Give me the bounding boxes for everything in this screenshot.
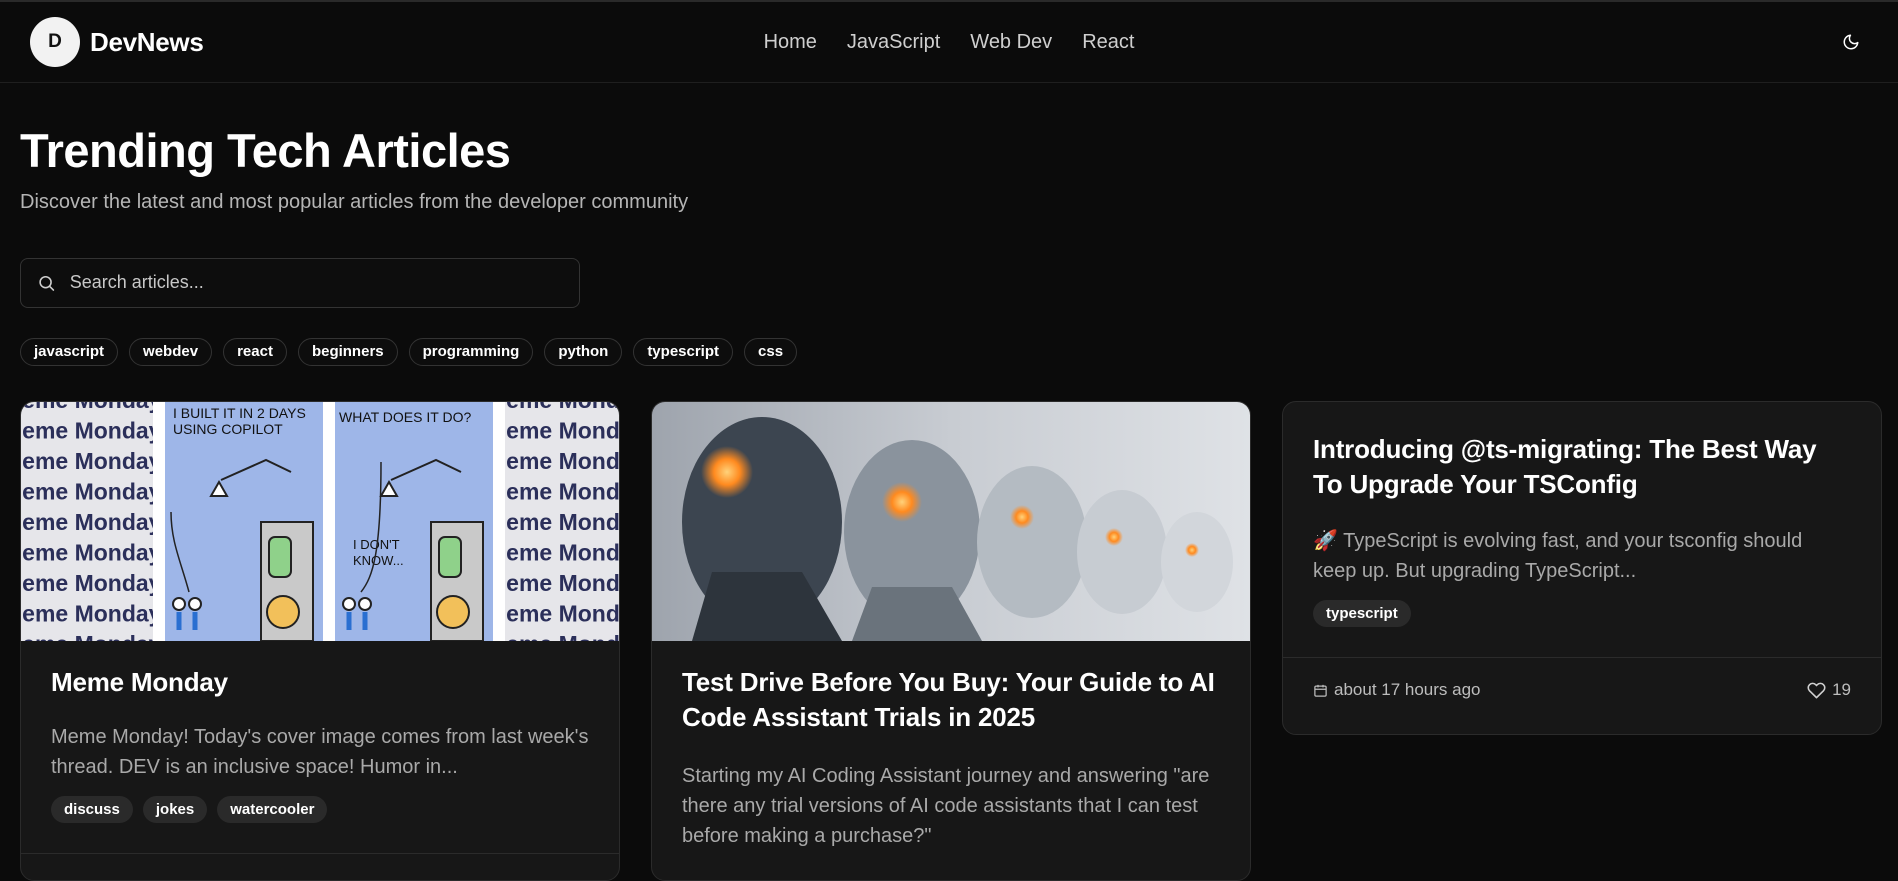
logo-avatar[interactable]: D [30, 17, 80, 67]
tag-react[interactable]: react [223, 337, 287, 366]
search-input[interactable] [69, 272, 563, 294]
tag-webdev[interactable]: webdev [129, 337, 213, 366]
article-body: Introducing @ts-migrating: The Best Way … [1283, 402, 1881, 628]
comic-caption-1b: USING COPILOT [173, 421, 283, 437]
meme-pattern-text: Meme Monday [487, 631, 619, 641]
article-tag-jokes[interactable]: jokes [142, 796, 208, 824]
article-cover-image [652, 402, 1250, 641]
page-subtitle: Discover the latest and most popular art… [20, 190, 689, 213]
tag-programming[interactable]: programming [408, 337, 534, 366]
like-button[interactable]: 19 [1807, 680, 1851, 700]
meme-pattern-text: Meme Monday [487, 509, 619, 535]
article-title[interactable]: Meme Monday [51, 665, 589, 700]
article-card[interactable]: Introducing @ts-migrating: The Best Way … [1282, 401, 1882, 735]
tag-typescript[interactable]: typescript [633, 337, 734, 366]
meme-pattern-text: Meme Monday [487, 540, 619, 566]
article-grid: Meme MondayMeme MondayMeme MondayMeme Mo… [20, 401, 1882, 881]
tag-filter-list: javascript webdev react beginners progra… [20, 337, 1878, 366]
like-count: 19 [1832, 680, 1851, 700]
brand[interactable]: D DevNews [30, 17, 204, 67]
ai-robots-image [652, 402, 1250, 641]
article-footer [21, 853, 619, 880]
tag-beginners[interactable]: beginners [297, 337, 398, 366]
article-title[interactable]: Introducing @ts-migrating: The Best Way … [1313, 432, 1851, 502]
meme-pattern-text: Meme Monday [487, 601, 619, 627]
meme-pattern-text: Meme Monday [21, 418, 162, 444]
heart-icon [1807, 682, 1826, 699]
meme-pattern-text: Meme Monday [21, 570, 162, 596]
comic-caption-2: WHAT DOES IT DO? [339, 409, 471, 425]
meme-pattern-text: Meme Monday [21, 601, 162, 627]
article-title[interactable]: Test Drive Before You Buy: Your Guide to… [682, 665, 1220, 735]
meme-pattern-text: Meme Monday [487, 402, 619, 413]
brand-name[interactable]: DevNews [90, 27, 204, 58]
comic-reply-b: KNOW... [353, 553, 404, 568]
hero: Trending Tech Articles Discover the late… [0, 83, 1898, 214]
meme-pattern-text: Meme Monday [487, 418, 619, 444]
article-date: about 17 hours ago [1313, 680, 1481, 700]
comic-caption-1a: I BUILT IT IN 2 DAYS [173, 405, 306, 421]
article-body: Meme Monday Meme Monday! Today's cover i… [21, 641, 619, 824]
article-footer: about 17 hours ago 19 [1283, 657, 1881, 722]
meme-pattern-text: Meme Monday [487, 479, 619, 505]
search-box[interactable] [20, 257, 580, 308]
article-tags: discuss jokes watercooler [51, 796, 589, 824]
article-cover-image: Meme Monday Meme Monday Meme Monday Meme Mo… [21, 402, 619, 641]
tag-javascript[interactable]: javascript [20, 337, 119, 366]
article-date-text: about 17 hours ago [1334, 680, 1481, 700]
svg-text:I DON'T KNOW...: I DON'T KNOW... [353, 537, 404, 568]
nav-javascript[interactable]: JavaScript [847, 31, 940, 54]
search-icon [39, 275, 55, 291]
meme-pattern-text: Meme Monday [487, 448, 619, 474]
top-navbar: D DevNews Home JavaScript Web Dev React [0, 0, 1898, 83]
tag-css[interactable]: css [744, 337, 798, 366]
page-title: Trending Tech Articles [20, 124, 511, 177]
article-card[interactable]: Test Drive Before You Buy: Your Guide to… [651, 401, 1251, 881]
article-excerpt: Meme Monday! Today's cover image comes f… [51, 726, 589, 779]
main-nav: Home JavaScript Web Dev React [764, 31, 1135, 54]
article-excerpt: Starting my AI Coding Assistant journey … [682, 765, 1210, 848]
meme-pattern-text: Meme Monday [21, 540, 162, 566]
calendar-icon [1314, 684, 1327, 697]
article-tag-discuss[interactable]: discuss [51, 796, 133, 824]
article-tag-watercooler[interactable]: watercooler [217, 796, 328, 824]
meme-pattern-text: Meme Monday [21, 631, 162, 641]
nav-home[interactable]: Home [764, 31, 817, 54]
moon-icon [1843, 34, 1859, 50]
theme-toggle-button[interactable] [1834, 25, 1868, 59]
article-tag-typescript[interactable]: typescript [1313, 600, 1411, 628]
article-card[interactable]: Meme MondayMeme MondayMeme MondayMeme Mo… [20, 401, 620, 881]
meme-pattern-text: Meme Monday [21, 509, 162, 535]
meme-pattern-text: Meme Monday [21, 479, 162, 505]
meme-pattern-text: Meme Monday [487, 570, 619, 596]
article-tags: typescript [1313, 600, 1851, 628]
nav-web-dev[interactable]: Web Dev [970, 31, 1052, 54]
nav-react[interactable]: React [1082, 31, 1134, 54]
meme-pattern-text: Meme Monday [21, 448, 162, 474]
meme-pattern-text: Meme Monday [21, 402, 162, 413]
meme-comic-image: Meme Monday Meme Monday Meme Monday Meme Mo… [21, 402, 619, 641]
article-body: Test Drive Before You Buy: Your Guide to… [652, 641, 1250, 851]
tag-python[interactable]: python [544, 337, 623, 366]
article-excerpt: 🚀 TypeScript is evolving fast, and your … [1313, 530, 1803, 583]
